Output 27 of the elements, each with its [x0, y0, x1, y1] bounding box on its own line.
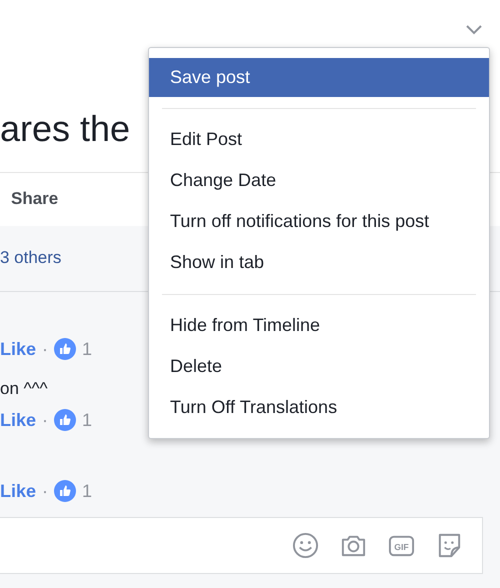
separator-dot: ·	[42, 338, 48, 360]
separator-dot: ·	[42, 480, 48, 502]
post-text: ares the	[0, 108, 130, 150]
menu-item[interactable]: Hide from Timeline	[149, 305, 489, 346]
like-count: 1	[82, 410, 92, 430]
menu-item[interactable]: Delete	[149, 346, 489, 387]
separator-dot: ·	[42, 410, 48, 430]
chevron-down-icon[interactable]	[464, 23, 484, 37]
smiley-icon[interactable]	[292, 532, 319, 559]
like-link[interactable]: Like	[0, 410, 36, 430]
menu-item[interactable]: Change Date	[149, 160, 489, 201]
menu-item[interactable]: Save post	[149, 58, 489, 97]
sticker-icon[interactable]	[436, 532, 463, 559]
thumbs-up-icon	[54, 480, 76, 502]
share-button[interactable]: Share	[11, 189, 58, 209]
thumbs-up-icon	[54, 409, 76, 431]
likes-link[interactable]: 3 others	[0, 248, 62, 268]
comment-text: on ^^^	[0, 378, 49, 400]
menu-item[interactable]: Turn off notifications for this post	[149, 201, 489, 242]
like-count: 1	[82, 480, 92, 502]
like-link[interactable]: Like	[0, 338, 36, 360]
thumbs-up-icon	[54, 338, 76, 360]
menu-item[interactable]: Turn Off Translations	[149, 387, 489, 428]
menu-item[interactable]: Show in tab	[149, 242, 489, 283]
like-link[interactable]: Like	[0, 480, 36, 502]
like-count: 1	[82, 338, 92, 360]
menu-item[interactable]: Edit Post	[149, 119, 489, 160]
